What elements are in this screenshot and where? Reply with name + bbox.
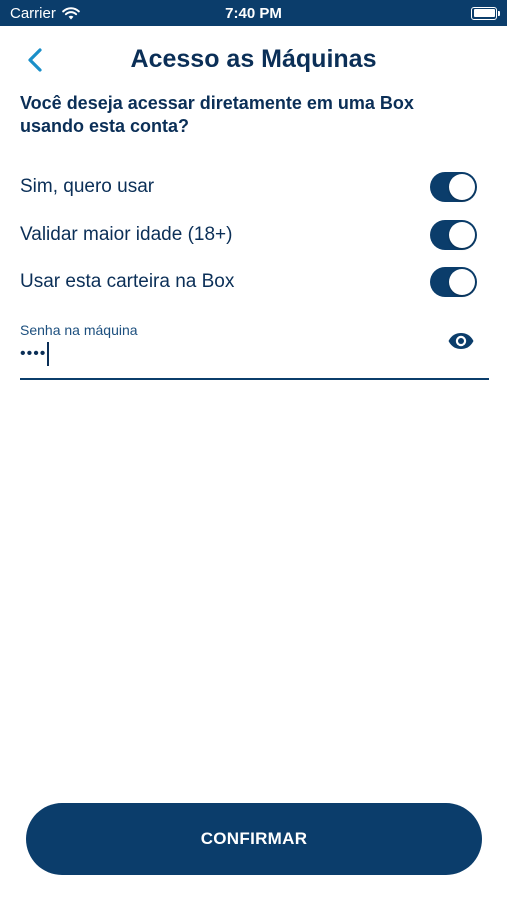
battery-fill	[473, 9, 495, 17]
confirm-button[interactable]: CONFIRMAR	[26, 803, 482, 875]
status-left: Carrier	[10, 5, 80, 22]
toggle-knob	[449, 174, 475, 200]
toggle-age[interactable]	[430, 220, 477, 250]
option-row-use: Sim, quero usar	[20, 171, 477, 203]
password-label: Senha na máquina	[20, 322, 138, 338]
option-label: Validar maior idade (18+)	[20, 224, 233, 245]
text-caret	[47, 342, 50, 366]
password-field[interactable]: Senha na máquina ••••	[20, 318, 489, 380]
toggle-knob	[449, 222, 475, 248]
password-value: ••••	[20, 345, 47, 362]
toggle-knob	[449, 269, 475, 295]
question-text: Você deseja acessar diretamente em uma B…	[20, 93, 414, 136]
status-bar: Carrier 7:40 PM	[0, 0, 507, 26]
password-input[interactable]: ••••	[20, 342, 50, 366]
option-label: Usar esta carteira na Box	[20, 271, 235, 292]
page-title: Acesso as Máquinas	[130, 45, 377, 73]
eye-icon	[448, 333, 474, 349]
wifi-icon	[62, 6, 80, 19]
show-password-button[interactable]	[447, 331, 475, 351]
option-row-wallet: Usar esta carteira na Box	[20, 266, 477, 298]
option-label: Sim, quero usar	[20, 176, 155, 197]
carrier-label: Carrier	[10, 4, 56, 22]
option-row-age: Validar maior idade (18+)	[20, 219, 477, 251]
nav-bar: Acesso as Máquinas	[0, 26, 507, 92]
toggle-use[interactable]	[430, 172, 477, 202]
toggle-wallet[interactable]	[430, 267, 477, 297]
battery-icon	[471, 6, 500, 20]
